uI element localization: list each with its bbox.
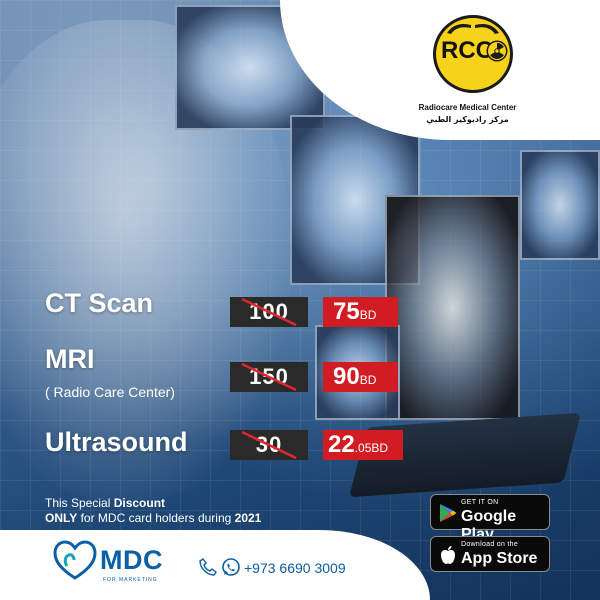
disclaimer-year: 2021 [234,511,262,525]
hands-icon [447,24,499,34]
contact-phone: +973 6690 3009 [244,560,346,576]
service-ultrasound: Ultrasound [45,427,188,457]
old-price-ct: 100 [230,297,308,327]
disclaimer-text: for MDC card holders during [77,511,235,525]
new-price-value: 75 [333,298,360,325]
service-mri: MRI [45,344,95,374]
new-price-ct: 75BD [323,297,398,327]
heart-icon [53,540,97,580]
center-name-english: Radiocare Medical Center [418,103,517,112]
strike-line [241,297,297,327]
currency-label: BD [371,441,389,455]
center-name-arabic: مركز راديوكير الطبي [426,115,509,124]
radiation-icon [486,40,508,62]
mri-subtitle: ( Radio Care Center) [45,384,175,400]
apple-icon [441,546,455,564]
disclaimer-line-1: This Special Discount [45,496,165,510]
store-caption: Download on the [461,541,519,548]
disclaimer-text: This Special [45,496,114,510]
new-price-ultrasound: 22.05BD [323,430,403,460]
old-price-mri: 150 [230,362,308,392]
mdc-tagline: FOR MARKETING [103,577,158,583]
google-play-button[interactable]: GET IT ON Google Play [430,494,550,543]
google-play-icon [440,504,457,522]
new-price-value: 22 [328,431,355,458]
store-name: App Store [461,550,538,567]
store-caption: GET IT ON [461,499,499,506]
old-price-ultrasound: 30 [230,430,308,460]
disclaimer-emphasis: Discount [113,496,166,510]
strike-line [241,362,297,392]
rcc-logo: RCC [425,15,520,95]
price-fraction: .05 [354,441,372,455]
new-price-mri: 90BD [323,362,398,392]
mdc-wordmark: MDC [100,545,163,575]
service-ct-scan: CT Scan [45,288,154,318]
currency-label: BD [359,373,377,387]
phone-icon [199,558,217,576]
whatsapp-icon [222,558,240,576]
currency-label: BD [359,308,377,322]
scan-image-spine [385,195,520,420]
new-price-value: 90 [333,363,360,390]
disclaimer-line-2: ONLY for MDC card holders during 2021 [45,511,261,525]
scan-image-kidney [520,150,600,260]
disclaimer-only: ONLY [45,511,78,525]
strike-line [241,430,297,460]
app-store-button[interactable]: Download on the App Store [430,536,550,572]
